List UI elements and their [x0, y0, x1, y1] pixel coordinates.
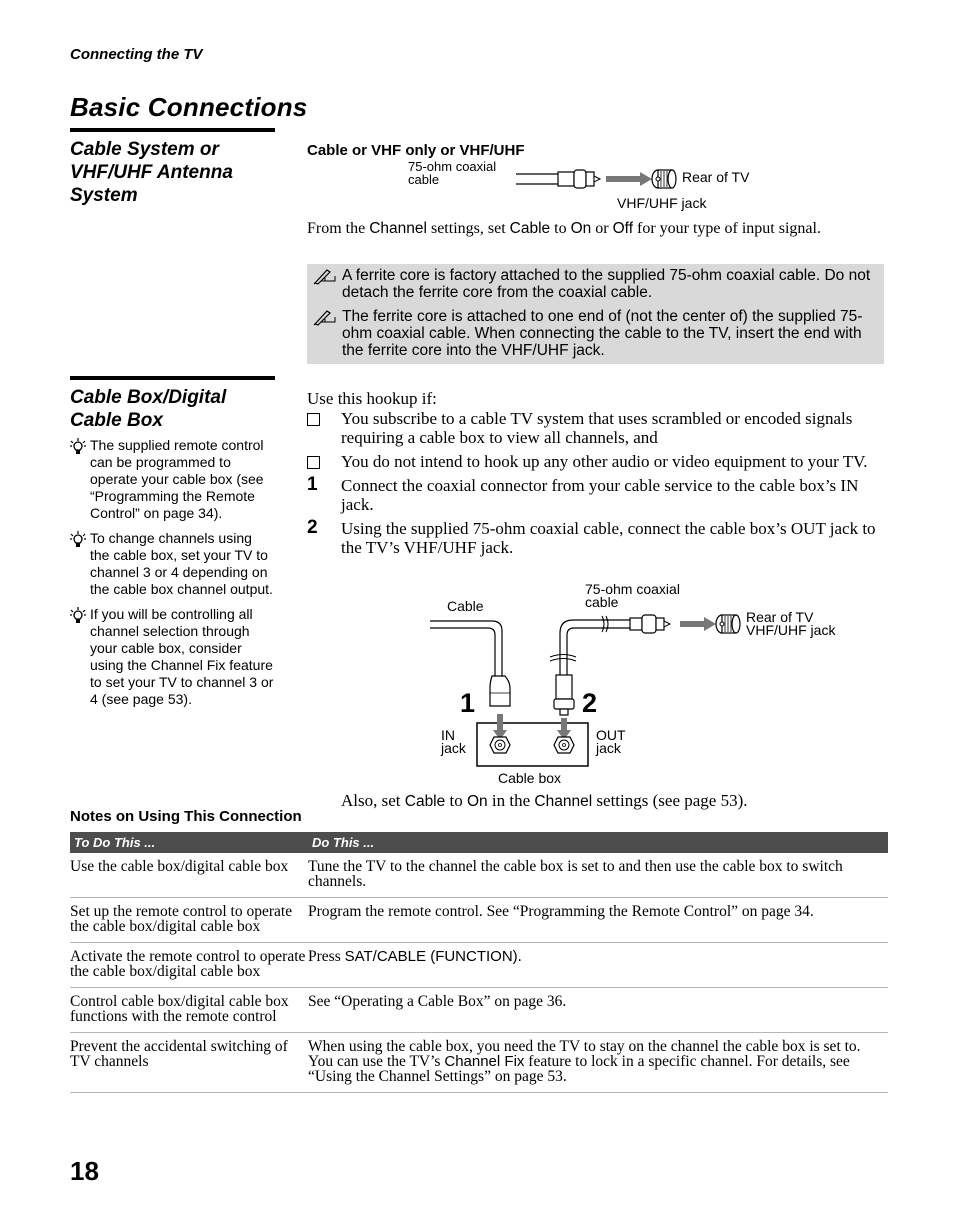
notes-table: To Do This ... Do This ... Use the cable…	[70, 832, 888, 1093]
ui-term-off: Off	[612, 220, 633, 237]
also-set-instruction: Also, set Cable to On in the Channel set…	[341, 791, 748, 811]
diagram-subheading: Cable or VHF only or VHF/UHF	[307, 142, 525, 159]
table-row: Set up the remote control to operate the…	[70, 897, 888, 943]
tip-text: If you will be controlling all channel s…	[90, 606, 274, 707]
note-text: The ferrite core is attached to one end …	[342, 308, 863, 359]
cell-do-this: Program the remote control. See “Program…	[308, 897, 888, 943]
cell-do-this: See “Operating a Cable Box” on page 36.	[308, 987, 888, 1033]
hookup-instructions: Use this hookup if: You subscribe to a c…	[307, 389, 887, 562]
section-heading-cable-system: Cable System or VHF/UHF Antenna System	[70, 139, 233, 206]
step-item: 1 Connect the coaxial connector from you…	[307, 474, 887, 514]
tip-item: The supplied remote control can be progr…	[70, 437, 275, 522]
cell-do-this: Press SAT/CABLE (FUNCTION).	[308, 942, 888, 988]
cell-to-do: Activate the remote control to operate t…	[70, 942, 308, 988]
step-number: 2	[307, 517, 318, 538]
cable-box-wiring-illustration	[430, 614, 741, 767]
condition-text: You subscribe to a cable TV system that …	[341, 409, 853, 447]
step-item: 2 Using the supplied 75-ohm coaxial cabl…	[307, 517, 887, 557]
text: for your type of input signal.	[633, 220, 821, 237]
cable-setting-instruction: From the Channel settings, set Cable to …	[307, 219, 882, 238]
table-row: Prevent the accidental switching of TV c…	[70, 1032, 888, 1093]
cell-to-do: Set up the remote control to operate the…	[70, 897, 308, 943]
section-heading-cable-box: Cable Box/Digital Cable Box	[70, 387, 227, 431]
condition-item: You do not intend to hook up any other a…	[307, 452, 887, 471]
text: See “Operating a Cable Box” on page 36.	[308, 993, 567, 1010]
text: Also, set	[341, 791, 405, 810]
checkbox-bullet-icon	[307, 413, 320, 426]
tip-item: If you will be controlling all channel s…	[70, 606, 275, 708]
pencil-note-icon	[313, 310, 336, 326]
notes-table-title: Notes on Using This Connection	[70, 808, 302, 825]
page-title: Basic Connections	[70, 92, 308, 122]
text: to	[445, 791, 467, 810]
lightbulb-tip-icon	[70, 438, 86, 454]
ui-term-sat-cable-function: SAT/CABLE (FUNCTION)	[344, 948, 518, 965]
vhf-uhf-jack-label: VHF/UHF jack	[617, 195, 707, 211]
text: From the	[307, 220, 370, 237]
ui-term-cable: Cable	[404, 793, 446, 810]
text: or	[591, 220, 613, 237]
pencil-note-icon	[313, 269, 336, 285]
checkbox-bullet-icon	[307, 456, 320, 469]
table-row: Activate the remote control to operate t…	[70, 942, 888, 988]
cell-to-do: Prevent the accidental switching of TV c…	[70, 1032, 308, 1093]
table-row: Use the cable box/digital cable box Tune…	[70, 853, 888, 898]
table-header-row: To Do This ... Do This ...	[70, 832, 888, 853]
page-number: 18	[70, 1156, 99, 1186]
antenna-connection-diagram: 75-ohm coaxial cable Rear of TV VHF/UHF …	[400, 158, 780, 214]
table-row: Control cable box/digital cable box func…	[70, 987, 888, 1033]
condition-text: You do not intend to hook up any other a…	[341, 452, 868, 471]
running-head: Connecting the TV	[70, 46, 203, 63]
tip-text: To change channels using the cable box, …	[90, 530, 273, 597]
tip-item: To change channels using the cable box, …	[70, 530, 275, 598]
text: settings, set	[426, 220, 510, 237]
notes-box: A ferrite core is factory attached to th…	[307, 264, 884, 364]
column-header-to-do: To Do This ...	[70, 832, 308, 853]
cell-do-this: When using the cable box, you need the T…	[308, 1032, 888, 1093]
coax-cable-to-jack-illustration	[516, 169, 677, 189]
text: settings (see page 53).	[592, 791, 748, 810]
ui-term-channel: Channel	[369, 220, 427, 237]
rear-of-tv-label: Rear of TV	[682, 169, 750, 185]
condition-item: You subscribe to a cable TV system that …	[307, 409, 887, 447]
step-text: Using the supplied 75-ohm coaxial cable,…	[341, 519, 876, 557]
lightbulb-tip-icon	[70, 607, 86, 623]
text: to	[550, 220, 571, 237]
note-item: The ferrite core is attached to one end …	[307, 308, 877, 359]
note-text: A ferrite core is factory attached to th…	[342, 267, 871, 301]
tip-text: The supplied remote control can be progr…	[90, 437, 264, 521]
tips-list: The supplied remote control can be progr…	[70, 437, 275, 716]
text: .	[517, 948, 522, 965]
section-rule	[70, 376, 275, 380]
ui-term-on: On	[570, 220, 592, 237]
lightbulb-tip-icon	[70, 531, 86, 547]
section-rule	[70, 128, 275, 132]
cell-to-do: Use the cable box/digital cable box	[70, 853, 308, 898]
cell-to-do: Control cable box/digital cable box func…	[70, 987, 308, 1033]
step-text: Connect the coaxial connector from your …	[341, 476, 859, 514]
text: Program the remote control. See “Program…	[308, 903, 814, 920]
ui-term-cable: Cable	[509, 220, 551, 237]
text: Press	[308, 948, 345, 965]
cell-do-this: Tune the TV to the channel the cable box…	[308, 853, 888, 898]
note-item: A ferrite core is factory attached to th…	[307, 267, 877, 301]
ui-term-on: On	[466, 793, 488, 810]
coax-cable-label: 75-ohm coaxial cable	[408, 159, 497, 187]
text: in the	[487, 791, 535, 810]
step-number: 1	[307, 474, 318, 495]
cable-box-connection-diagram: Cable 75-ohm coaxial cable Rear of TV VH…	[430, 578, 870, 790]
ui-term-channel: Channel	[534, 793, 593, 810]
hookup-intro: Use this hookup if:	[307, 389, 437, 408]
column-header-do-this: Do This ...	[308, 832, 888, 853]
text: Tune the TV to the channel the cable box…	[308, 858, 843, 890]
